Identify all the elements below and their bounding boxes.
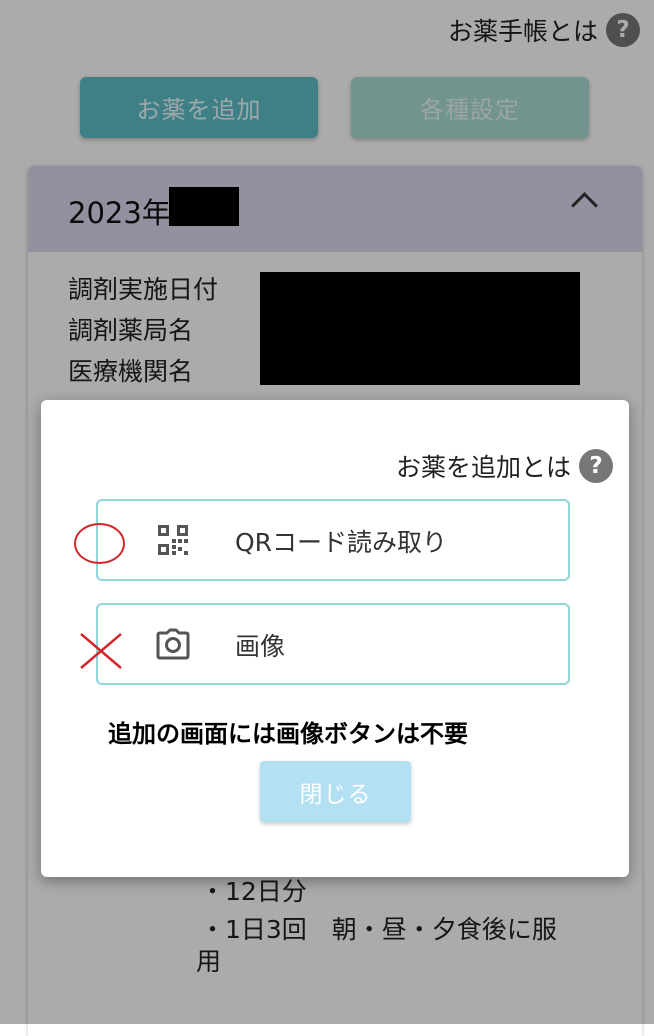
add-medicine-dialog: お薬を追加とは ? QRコード読み取り 画像 追加の画面には画像ボタンは不要 閉…	[41, 400, 629, 877]
question-circle-icon[interactable]: ?	[579, 449, 613, 483]
close-button[interactable]: 閉じる	[260, 761, 411, 822]
help-label: お薬を追加とは	[395, 453, 571, 482]
annotation-note: 追加の画面には画像ボタンは不要	[108, 719, 468, 748]
camera-icon	[156, 628, 190, 660]
circle-mark-annotation	[74, 523, 125, 564]
page: お薬手帳とは ? お薬を追加 各種設定 2023年 調剤実施日付 調剤薬局名 医…	[0, 0, 654, 1036]
image-label: 画像	[235, 632, 286, 661]
image-button[interactable]: 画像	[96, 603, 570, 685]
cross-mark-annotation	[80, 633, 122, 669]
add-medicine-help-link[interactable]: お薬を追加とは ?	[396, 448, 613, 484]
qr-scan-label: QRコード読み取り	[235, 528, 448, 557]
qr-scan-button[interactable]: QRコード読み取り	[96, 499, 570, 581]
qr-code-icon	[158, 525, 188, 555]
